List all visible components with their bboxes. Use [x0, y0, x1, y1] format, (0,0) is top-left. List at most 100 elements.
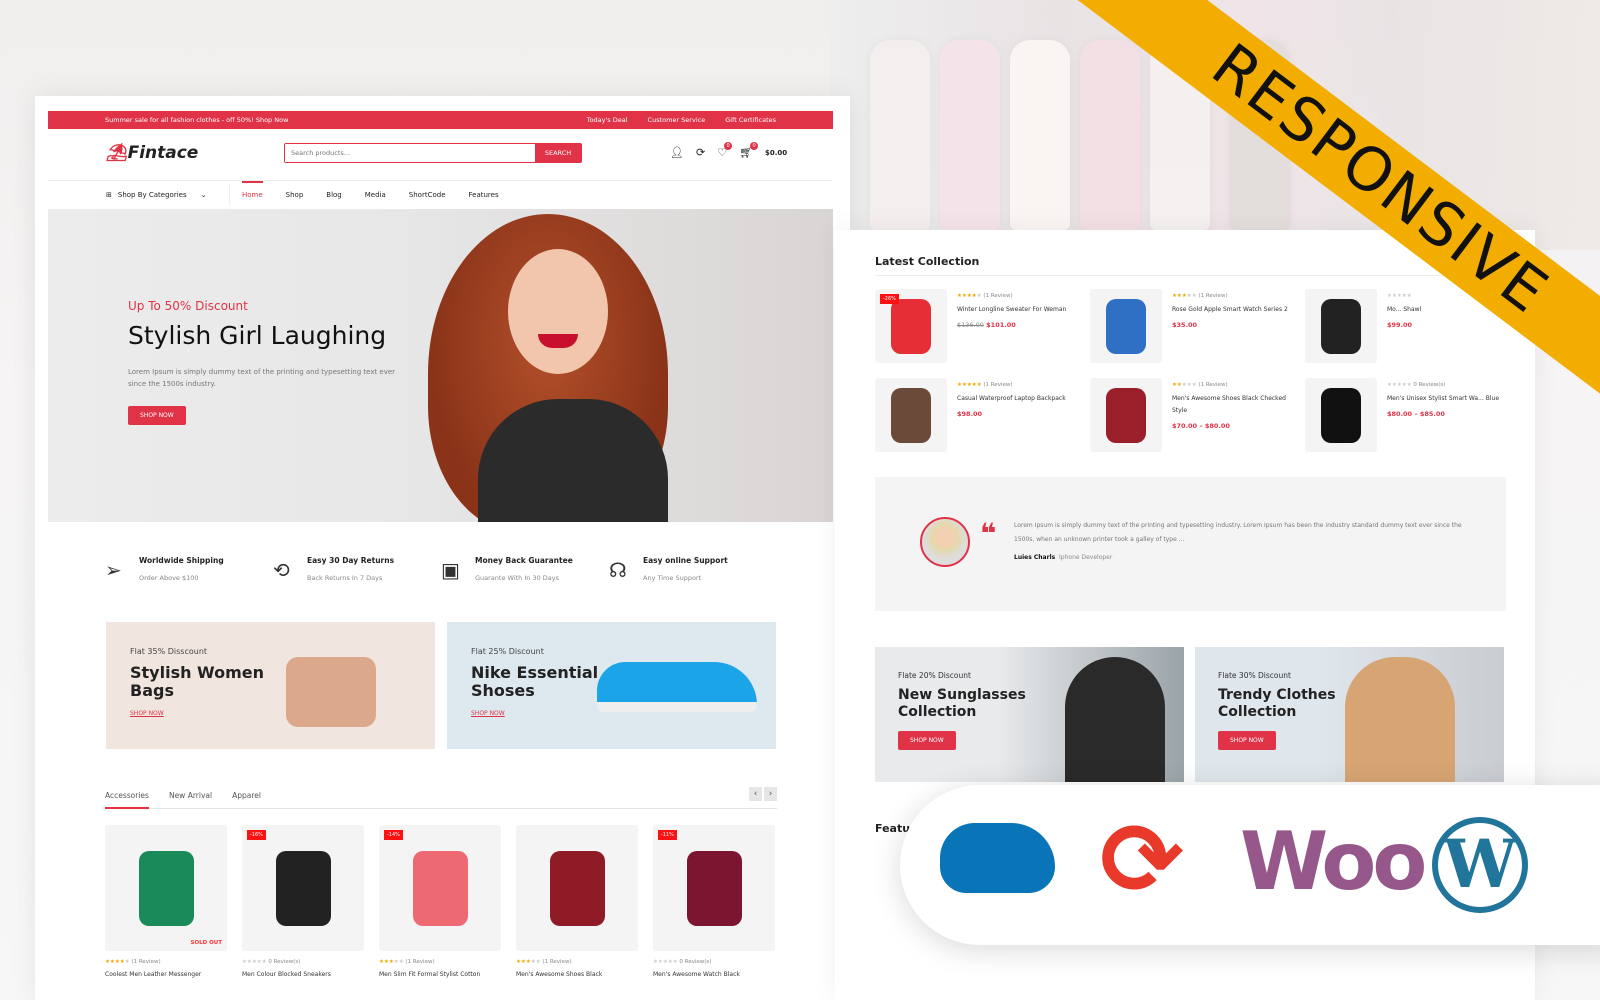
- feature-sub: Guarante With In 30 Days: [475, 574, 560, 582]
- nav-home[interactable]: Home: [242, 181, 263, 199]
- discount-badge: -16%: [247, 830, 266, 840]
- promo-sunglasses[interactable]: Flate 20% Discount New Sunglasses Collec…: [875, 647, 1184, 782]
- review-count: 0 Review(s): [679, 959, 712, 965]
- current-price: $80.00 – $85.00: [1387, 410, 1445, 418]
- product-name[interactable]: Men's Awesome Watch Black: [653, 971, 775, 978]
- product-card[interactable]: ★★★★★ (1 Review) Men's Awesome Shoes Blac…: [516, 825, 638, 978]
- quote-icon: ❝: [980, 517, 997, 550]
- cart-count: 0: [750, 142, 759, 150]
- product-tabs: Accessories New Arrival Apparel ‹ ›: [105, 787, 777, 809]
- rating-stars: ★★★★★ (1 Review): [516, 959, 572, 965]
- list-item[interactable]: ★★★★★ 0 Review(s) Men's Unisex Stylist Sm…: [1305, 378, 1520, 452]
- shoe-image: [597, 662, 757, 712]
- chevron-down-icon: ⌄: [200, 191, 207, 199]
- tab-apparel[interactable]: Apparel: [232, 791, 261, 808]
- product-name[interactable]: Men's Awesome Shoes Black: [516, 971, 638, 978]
- logo[interactable]: ⛱Fintace: [106, 143, 198, 163]
- list-item[interactable]: ★★★★★ (1 Review) Rose Gold Apple Smart Wa…: [1090, 289, 1305, 363]
- discount-badge: -26%: [880, 294, 899, 304]
- product-image[interactable]: SOLD OUT: [105, 825, 227, 951]
- product-name[interactable]: Rose Gold Apple Smart Watch Series 2: [1172, 304, 1292, 316]
- promo-bags[interactable]: Flat 35% Disscount Stylish Women Bags SH…: [106, 622, 435, 749]
- feature-item: ⟲ Easy 30 Day Returns Back Returns In 7 Da…: [273, 556, 441, 584]
- tab-accessories[interactable]: Accessories: [105, 791, 149, 809]
- chevron-right-icon[interactable]: ›: [764, 787, 777, 801]
- hero-image: [388, 209, 708, 522]
- shop-by-categories[interactable]: ⊞ Shop By Categories ⌄: [106, 185, 230, 205]
- rating-stars: ★★★★★ (1 Review): [957, 382, 1013, 388]
- product-name[interactable]: Men's Awesome Shoes Black Checked Style: [1172, 393, 1292, 417]
- tab-new-arrival[interactable]: New Arrival: [169, 791, 212, 808]
- rating-stars: ★★★★★ (1 Review): [1172, 293, 1228, 299]
- top-bar: Summer sale for all fashion clothes - of…: [48, 111, 833, 129]
- chevron-left-icon[interactable]: ‹: [749, 787, 762, 801]
- promo-link[interactable]: Summer sale for all fashion clothes - of…: [105, 116, 288, 124]
- compare-icon[interactable]: ⟳: [696, 146, 705, 159]
- wordpress-logo: W: [1432, 817, 1528, 913]
- product-name[interactable]: Men's Unisex Stylist Smart Wa... Blue: [1387, 393, 1507, 405]
- review-count: (1 Review): [131, 959, 161, 965]
- product-image[interactable]: -14%: [379, 825, 501, 951]
- feature-title: Money Back Guarantee: [475, 556, 573, 565]
- cart-icon[interactable]: 🛒︎ 0: [739, 142, 759, 159]
- product-image[interactable]: [1090, 289, 1162, 363]
- list-item[interactable]: -26% ★★★★★ (1 Review) Winter Longline Swea…: [875, 289, 1090, 363]
- nav-blog[interactable]: Blog: [326, 191, 341, 199]
- todays-deal-link[interactable]: Today's Deal: [587, 116, 628, 124]
- product-card[interactable]: -14% ★★★★★ (1 Review) Men Slim Fit Formal …: [379, 825, 501, 978]
- product-image[interactable]: [1305, 289, 1377, 363]
- rating-stars: ★★★★★ 0 Review(s): [653, 959, 712, 965]
- promo-trendy-clothes[interactable]: Flate 30% Discount Trendy Clothes Collec…: [1195, 647, 1504, 782]
- list-item[interactable]: ★★★★★ (1 Review) Men's Awesome Shoes Blac…: [1090, 378, 1305, 452]
- product-image[interactable]: [1090, 378, 1162, 452]
- nav-shop[interactable]: Shop: [286, 191, 304, 199]
- product-name[interactable]: Men Slim Fit Formal Stylist Cotton: [379, 971, 501, 978]
- hero-title: Stylish Girl Laughing: [128, 321, 387, 350]
- product-name[interactable]: Men Colour Blocked Sneakers: [242, 971, 364, 978]
- feature-item: ☊ Easy online Support Any Time Support: [609, 556, 777, 584]
- product-image[interactable]: [875, 378, 947, 452]
- shop-now-button[interactable]: SHOP NOW: [1218, 731, 1276, 750]
- header: ⛱Fintace SEARCH 👤︎ ⟳ ♡0 🛒︎0 $0.00: [48, 129, 833, 181]
- testimonial: ❝ Lorem Ipsum is simply dummy text of th…: [875, 477, 1506, 611]
- feature-sub: Any Time Support: [643, 574, 702, 582]
- product-card[interactable]: -11% ★★★★★ 0 Review(s) Men's Awesome Watch…: [653, 825, 775, 978]
- user-icon[interactable]: 👤︎: [670, 146, 684, 159]
- customer-service-link[interactable]: Customer Service: [648, 116, 706, 124]
- current-price: $101.00: [986, 321, 1016, 329]
- nav-media[interactable]: Media: [365, 191, 386, 199]
- search-button[interactable]: SEARCH: [535, 144, 581, 162]
- product-name[interactable]: Winter Longline Sweater For Weman: [957, 304, 1077, 316]
- product-image[interactable]: [1305, 378, 1377, 452]
- product-image[interactable]: -16%: [242, 825, 364, 951]
- product-image[interactable]: -26%: [875, 289, 947, 363]
- testimonial-text: Lorem Ipsum is simply dummy text of the …: [1014, 522, 1462, 543]
- main-nav: ⊞ Shop By Categories ⌄ Home Shop Blog Medi…: [48, 181, 833, 209]
- feature-sub: Back Returns In 7 Days: [307, 574, 383, 582]
- testimonial-author: Luies Charls: [1014, 554, 1056, 561]
- search-input[interactable]: [285, 144, 535, 162]
- gift-certificates-link[interactable]: Gift Certificates: [725, 116, 776, 124]
- list-item[interactable]: ★★★★★ (1 Review) Casual Waterproof Laptop…: [875, 378, 1090, 452]
- promo-title: Stylish Women Bags: [130, 663, 265, 700]
- promo-link[interactable]: SHOP NOW: [130, 710, 164, 717]
- cart-total: $0.00: [765, 148, 788, 157]
- promo-sub: Flat 25% Discount: [471, 647, 544, 656]
- hero-text: Lorem Ipsum is simply dummy text of the …: [128, 368, 396, 388]
- nav-features[interactable]: Features: [469, 191, 499, 199]
- product-name[interactable]: Coolest Men Leather Messenger: [105, 971, 227, 978]
- product-card[interactable]: SOLD OUT ★★★★★ (1 Review) Coolest Men Leat…: [105, 825, 227, 978]
- wishlist-icon[interactable]: ♡ 0: [717, 142, 733, 159]
- nav-shortcode[interactable]: ShortCode: [409, 191, 446, 199]
- product-image[interactable]: [516, 825, 638, 951]
- promo-shoes[interactable]: Flat 25% Discount Nike Essential Shoses …: [447, 622, 776, 749]
- product-image[interactable]: -11%: [653, 825, 775, 951]
- shop-now-button[interactable]: SHOP NOW: [898, 731, 956, 750]
- product-name[interactable]: Casual Waterproof Laptop Backpack: [957, 393, 1077, 405]
- price: $80.00 – $85.00: [1387, 410, 1507, 418]
- hero-shop-now-button[interactable]: SHOP NOW: [128, 406, 186, 425]
- promo-sub: Flate 30% Discount: [1218, 671, 1291, 680]
- promo-link[interactable]: SHOP NOW: [471, 710, 505, 717]
- product-card[interactable]: -16% ★★★★★ 0 Review(s) Men Colour Blocked …: [242, 825, 364, 978]
- grid-icon: ⊞: [106, 191, 112, 199]
